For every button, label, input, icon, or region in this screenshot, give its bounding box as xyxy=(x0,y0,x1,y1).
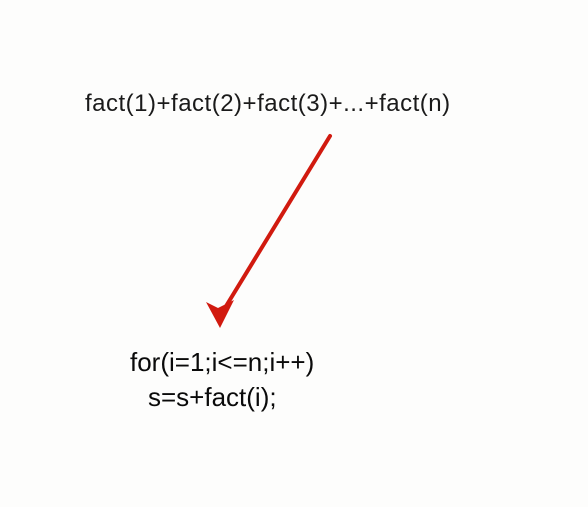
arrow-icon xyxy=(190,128,350,338)
code-line-for: for(i=1;i<=n;i++) xyxy=(130,345,314,380)
arrow-annotation xyxy=(190,128,350,338)
formula-expression: fact(1)+fact(2)+fact(3)+...+fact(n) xyxy=(85,90,451,118)
code-snippet: for(i=1;i<=n;i++) s=s+fact(i); xyxy=(130,345,314,415)
code-line-assign: s=s+fact(i); xyxy=(148,380,314,415)
